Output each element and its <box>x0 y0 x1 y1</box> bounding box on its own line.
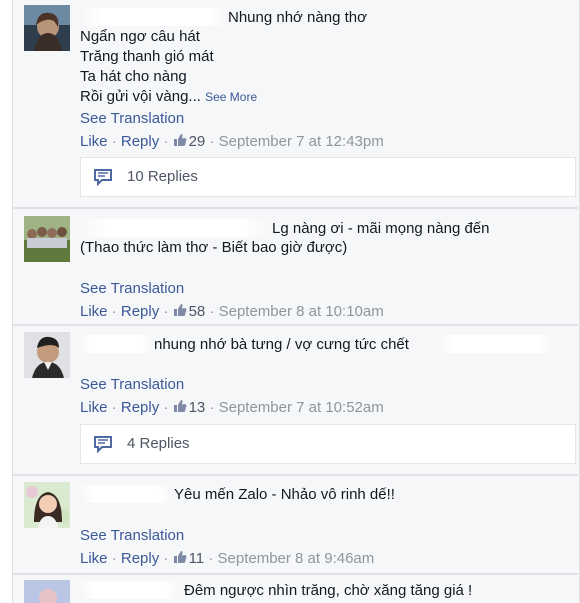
separator-dot: · <box>163 133 173 150</box>
comment-text-ellipsis: Rồi gửi vội vàng... <box>80 88 201 105</box>
see-more-link[interactable]: See More <box>205 90 257 104</box>
timestamp[interactable]: September 8 at 9:46am <box>218 550 375 567</box>
comment-text-line: Ngẩn ngơ câu hát <box>80 28 200 45</box>
comment-text-line: Trăng thanh gió mát <box>80 48 214 65</box>
comment-actions: Like · Reply · 29 · September 7 at 12:43… <box>80 133 384 150</box>
like-count[interactable]: 58 <box>189 303 206 320</box>
redacted-name <box>80 219 270 237</box>
reply-bubble-icon <box>93 168 113 186</box>
comment-actions: Like · Reply · 58 · September 8 at 10:10… <box>80 303 384 320</box>
comment-divider <box>12 324 578 326</box>
separator-dot: · <box>163 303 173 320</box>
comment-text-line: nhung nhớ bà tưng / vợ cưng tức chết <box>154 336 409 353</box>
like-link[interactable]: Like <box>80 133 108 150</box>
view-replies-button[interactable]: 10 Replies <box>80 157 576 197</box>
like-link[interactable]: Like <box>80 303 108 320</box>
reply-link[interactable]: Reply <box>121 133 159 150</box>
avatar[interactable] <box>24 580 70 603</box>
avatar[interactable] <box>24 482 70 528</box>
timestamp[interactable]: September 7 at 10:52am <box>219 399 384 416</box>
separator-dot: · <box>209 303 219 320</box>
like-count[interactable]: 11 <box>189 550 205 567</box>
reply-bubble-icon <box>93 435 113 453</box>
thumbs-up-icon <box>173 550 187 564</box>
see-translation-link[interactable]: See Translation <box>80 527 184 544</box>
comment-text-line: Ta hát cho nàng <box>80 68 187 85</box>
comment-text-line: Nhung nhớ nàng thơ <box>228 9 367 26</box>
like-count[interactable]: 29 <box>189 133 206 150</box>
like-link[interactable]: Like <box>80 550 108 567</box>
comment-text-line: (Thao thức làm thơ - Biết bao giờ được) <box>80 239 348 256</box>
redacted-name <box>80 335 152 353</box>
separator-dot: · <box>163 399 173 416</box>
thumbs-up-icon <box>173 303 187 317</box>
replies-count-label: 4 Replies <box>127 435 190 452</box>
timestamp[interactable]: September 8 at 10:10am <box>219 303 384 320</box>
comment-text-line: Rồi gửi vội vàng... See More <box>80 87 257 107</box>
redacted-name <box>80 581 180 599</box>
separator-dot: · <box>111 399 121 416</box>
like-link[interactable]: Like <box>80 399 108 416</box>
separator-dot: · <box>209 399 219 416</box>
thumbs-up-icon <box>173 399 187 413</box>
replies-count-label: 10 Replies <box>127 168 198 185</box>
redacted-name <box>80 485 172 503</box>
like-count[interactable]: 13 <box>189 399 206 416</box>
view-replies-button[interactable]: 4 Replies <box>80 424 576 464</box>
reply-link[interactable]: Reply <box>121 399 159 416</box>
comment-text-line: Yêu mến Zalo - Nhảo vô rinh dế!! <box>174 486 395 503</box>
comment-text-line: Lg nàng ơi - mãi mọng nàng đến <box>272 220 490 237</box>
comment-divider <box>12 573 578 575</box>
thumbs-up-icon <box>173 133 187 147</box>
avatar[interactable] <box>24 332 70 378</box>
reply-link[interactable]: Reply <box>121 550 159 567</box>
redacted-name <box>80 8 230 26</box>
timestamp[interactable]: September 7 at 12:43pm <box>219 133 384 150</box>
see-translation-link[interactable]: See Translation <box>80 280 184 297</box>
see-translation-link[interactable]: See Translation <box>80 376 184 393</box>
separator-dot: · <box>111 550 121 567</box>
comment-actions: Like · Reply · 13 · September 7 at 10:52… <box>80 399 384 416</box>
comment-text-line: Đêm ngược nhìn trăng, chờ xăng tăng giá … <box>184 582 473 599</box>
separator-dot: · <box>209 133 219 150</box>
redacted-text <box>436 335 556 353</box>
separator-dot: · <box>111 133 121 150</box>
separator-dot: · <box>208 550 218 567</box>
reply-link[interactable]: Reply <box>121 303 159 320</box>
comment-divider <box>12 207 578 209</box>
see-translation-link[interactable]: See Translation <box>80 110 184 127</box>
comment-actions: Like · Reply · 11 · September 8 at 9:46a… <box>80 550 374 567</box>
separator-dot: · <box>163 550 173 567</box>
avatar[interactable] <box>24 5 70 51</box>
separator-dot: · <box>111 303 121 320</box>
avatar[interactable] <box>24 216 70 262</box>
comment-divider <box>12 474 578 476</box>
